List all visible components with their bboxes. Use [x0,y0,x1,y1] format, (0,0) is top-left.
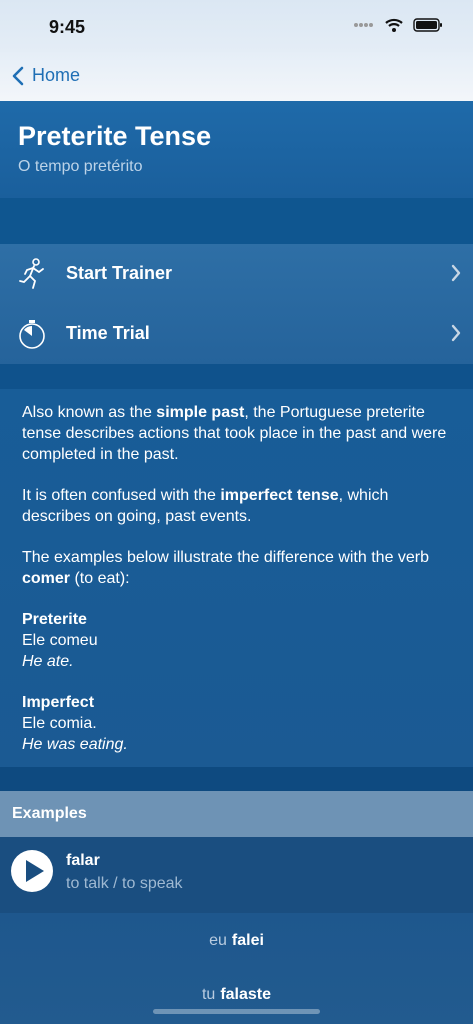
imperfect-sentence: Ele comia. [22,715,97,732]
nav-bar: Home [0,52,473,101]
time-trial-item[interactable]: Time Trial [0,304,473,364]
description-section: Also known as the simple past, the Portu… [0,389,473,767]
example-verb-translation: to talk / to speak [66,875,183,892]
chevron-right-icon [451,264,461,282]
status-time: 9:45 [49,17,86,37]
wifi-icon [385,18,403,32]
example-verb-row[interactable]: falar to talk / to speak [0,837,473,913]
preterite-heading: Preterite [22,611,87,628]
preterite-example: Preterite Ele comeu He ate. [22,609,452,672]
pronoun: eu [209,932,227,949]
example-verb: falar [66,852,100,869]
description-text: Also known as the simple past, the Portu… [22,402,452,775]
back-label: Home [32,65,81,85]
imperfect-example: Imperfect Ele comia. He was eating. [22,692,452,755]
signal-dots-icon [354,23,373,27]
home-indicator[interactable] [153,1009,320,1014]
description-paragraph: The examples below illustrate the differ… [22,549,430,587]
stopwatch-icon [19,320,45,349]
examples-header: Examples [0,791,473,837]
preterite-translation: He ate. [22,653,74,670]
pronoun: tu [201,986,216,1003]
status-bar: 9:45 [0,0,473,52]
divider-band [0,767,473,791]
divider-band [0,198,473,244]
start-trainer-item[interactable]: Start Trainer [0,244,473,304]
conjugation-row: tu falaste [0,986,473,1004]
preterite-sentence: Ele comeu [22,632,98,649]
page-subtitle: O tempo pretérito [18,158,143,175]
divider-band [0,364,473,389]
menu-list: Start Trainer Time Trial [0,244,473,364]
verb-form: falaste [220,986,272,1003]
start-trainer-label: Start Trainer [66,263,173,283]
chevron-left-icon [12,66,24,85]
time-trial-label: Time Trial [66,323,150,343]
imperfect-translation: He was eating. [22,736,128,753]
page-title: Preterite Tense [18,121,212,151]
battery-icon [413,18,442,32]
description-paragraph: Also known as the simple past, the Portu… [22,404,447,463]
play-icon[interactable] [10,849,54,893]
back-button[interactable]: Home [12,65,80,86]
description-paragraph: It is often confused with the imperfect … [22,487,389,525]
verb-form: falei [231,932,264,949]
imperfect-heading: Imperfect [22,694,95,711]
examples-header-label: Examples [12,805,87,822]
runner-icon [19,258,44,289]
chevron-right-icon [451,324,461,342]
conjugation-row: eu falei [0,932,473,950]
conjugation-list: eu falei tu falaste [0,913,473,1024]
page-header: Preterite Tense O tempo pretérito [0,101,473,198]
status-icons [353,18,443,32]
